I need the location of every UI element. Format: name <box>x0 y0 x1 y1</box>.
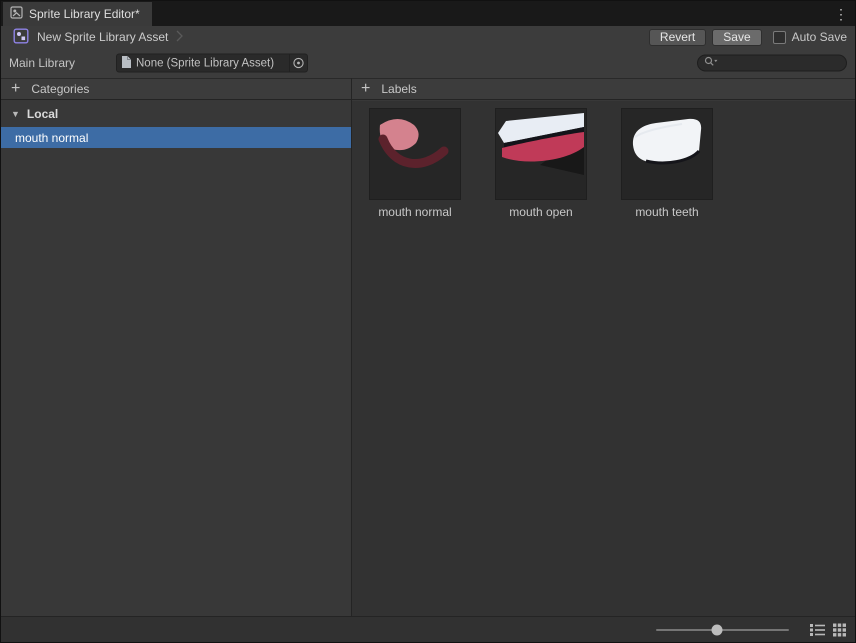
foldout-triangle-icon: ▼ <box>11 109 20 119</box>
grid-view-icon <box>833 623 846 636</box>
object-picker-icon <box>293 57 304 69</box>
search-icon <box>704 56 718 71</box>
panel-headers: + Categories + Labels <box>1 78 855 100</box>
sprite-library-editor-icon <box>10 6 23 22</box>
categories-header-label: Categories <box>31 82 90 96</box>
revert-button[interactable]: Revert <box>648 28 707 46</box>
label-item-name: mouth teeth <box>635 205 699 219</box>
labels-grid: mouth normal mouth open mouth teeth <box>352 101 855 219</box>
label-item-mouth-open[interactable]: mouth open <box>478 108 604 219</box>
label-item-name: mouth normal <box>378 205 452 219</box>
auto-save-label: Auto Save <box>791 30 847 44</box>
window-titlebar: Sprite Library Editor* ⋮ <box>1 1 855 26</box>
asset-file-icon <box>121 55 132 71</box>
thumbnail-size-slider[interactable] <box>656 617 789 642</box>
label-item-name: mouth open <box>509 205 573 219</box>
sprite-thumbnail-mouth-normal[interactable] <box>369 108 461 200</box>
object-picker-button[interactable] <box>289 54 307 72</box>
tab-title: Sprite Library Editor* <box>29 7 140 21</box>
local-foldout[interactable]: ▼ Local <box>1 104 351 124</box>
sprite-library-asset-icon <box>13 28 29 47</box>
bottom-bar <box>1 616 855 642</box>
sprite-library-editor-window: Sprite Library Editor* ⋮ New Sprite Libr… <box>0 0 856 643</box>
object-field-value: None (Sprite Library Asset) <box>136 57 275 69</box>
categories-header: + Categories <box>1 79 351 99</box>
grid-view-button[interactable] <box>831 621 848 638</box>
labels-panel: mouth normal mouth open mouth teeth <box>352 101 855 616</box>
main-library-row: Main Library None (Sprite Library Asset) <box>1 48 855 78</box>
local-group-label: Local <box>26 107 59 121</box>
category-item-mouth-normal[interactable]: mouth normal <box>1 127 351 148</box>
labels-header-label: Labels <box>381 82 417 96</box>
sprite-thumbnail-mouth-teeth[interactable] <box>621 108 713 200</box>
toolbar-area: New Sprite Library Asset Revert Save Aut… <box>1 26 855 78</box>
search-field[interactable] <box>697 54 847 72</box>
categories-panel: ▼ Local mouth normal <box>1 101 351 616</box>
list-view-icon <box>810 623 825 636</box>
zoom-slider-handle[interactable] <box>711 624 723 635</box>
labels-header: + Labels <box>352 79 855 99</box>
toolbar-row: New Sprite Library Asset Revert Save Aut… <box>1 26 855 48</box>
add-label-button[interactable]: + <box>361 80 370 97</box>
main-library-object-field[interactable]: None (Sprite Library Asset) <box>116 53 308 73</box>
add-category-button[interactable]: + <box>11 80 20 97</box>
asset-breadcrumb[interactable]: New Sprite Library Asset <box>37 30 168 44</box>
breadcrumb-chevron-icon <box>176 30 184 45</box>
category-item-label: mouth normal <box>15 130 89 145</box>
main-library-label: Main Library <box>9 56 76 70</box>
label-item-mouth-normal[interactable]: mouth normal <box>352 108 478 219</box>
save-button[interactable]: Save <box>712 28 762 46</box>
list-view-button[interactable] <box>809 621 826 638</box>
label-item-mouth-teeth[interactable]: mouth teeth <box>604 108 730 219</box>
search-input[interactable] <box>722 57 840 69</box>
toolbar-right-group: Revert Save Auto Save <box>648 28 847 46</box>
editor-tab[interactable]: Sprite Library Editor* <box>3 2 152 26</box>
auto-save-checkbox[interactable] <box>772 30 786 44</box>
window-menu-icon[interactable]: ⋮ <box>834 7 848 21</box>
sprite-thumbnail-mouth-open[interactable] <box>495 108 587 200</box>
